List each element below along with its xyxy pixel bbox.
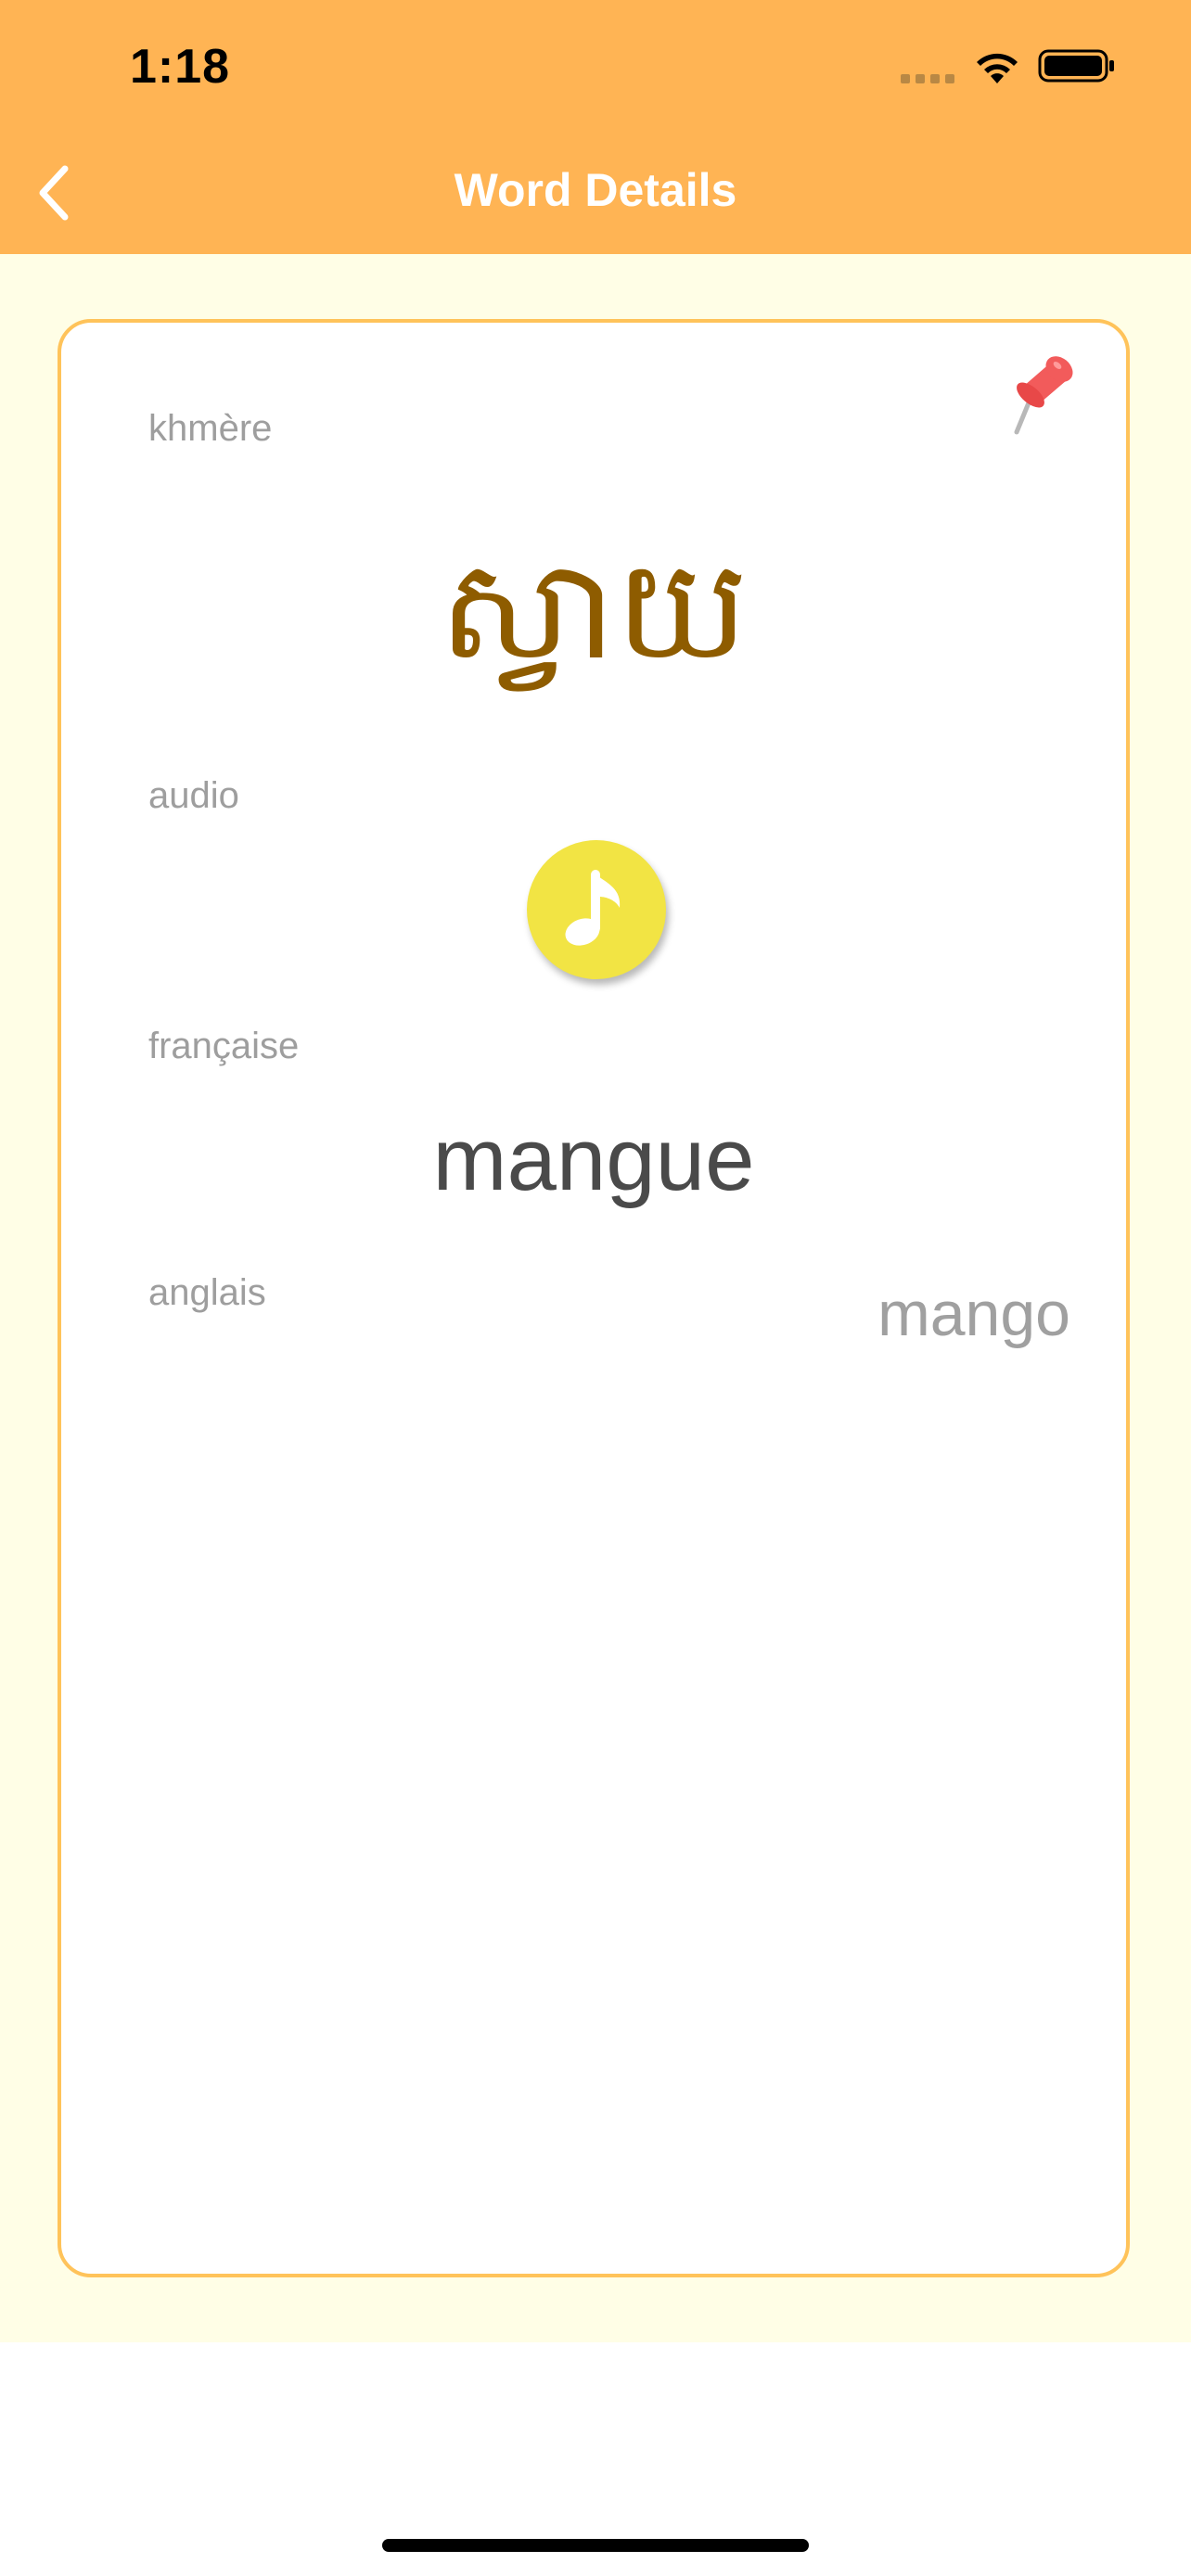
word-card: khmère ស្វាយ audio française mangue angl… xyxy=(58,319,1130,2277)
french-label: française xyxy=(148,1026,300,1066)
home-indicator[interactable] xyxy=(382,2539,809,2552)
pin-button[interactable] xyxy=(1004,349,1078,438)
music-note-icon xyxy=(565,870,621,946)
english-label: anglais xyxy=(148,1272,266,1313)
english-word: mango xyxy=(877,1279,1070,1349)
wifi-icon xyxy=(977,53,1018,83)
pushpin-icon xyxy=(1014,356,1073,435)
battery-icon xyxy=(1038,49,1114,83)
play-audio-button[interactable] xyxy=(527,840,666,979)
cellular-signal-icon xyxy=(901,74,954,83)
status-time: 1:18 xyxy=(130,40,231,94)
content-area: khmère ស្វាយ audio française mangue angl… xyxy=(0,254,1191,2342)
page-title: Word Details xyxy=(454,164,737,216)
khmer-label: khmère xyxy=(148,408,273,449)
khmer-word: ស្វាយ xyxy=(439,529,749,691)
french-word: mangue xyxy=(432,1110,755,1209)
audio-label: audio xyxy=(148,775,239,816)
header: 1:18 Word Details xyxy=(0,0,1191,254)
